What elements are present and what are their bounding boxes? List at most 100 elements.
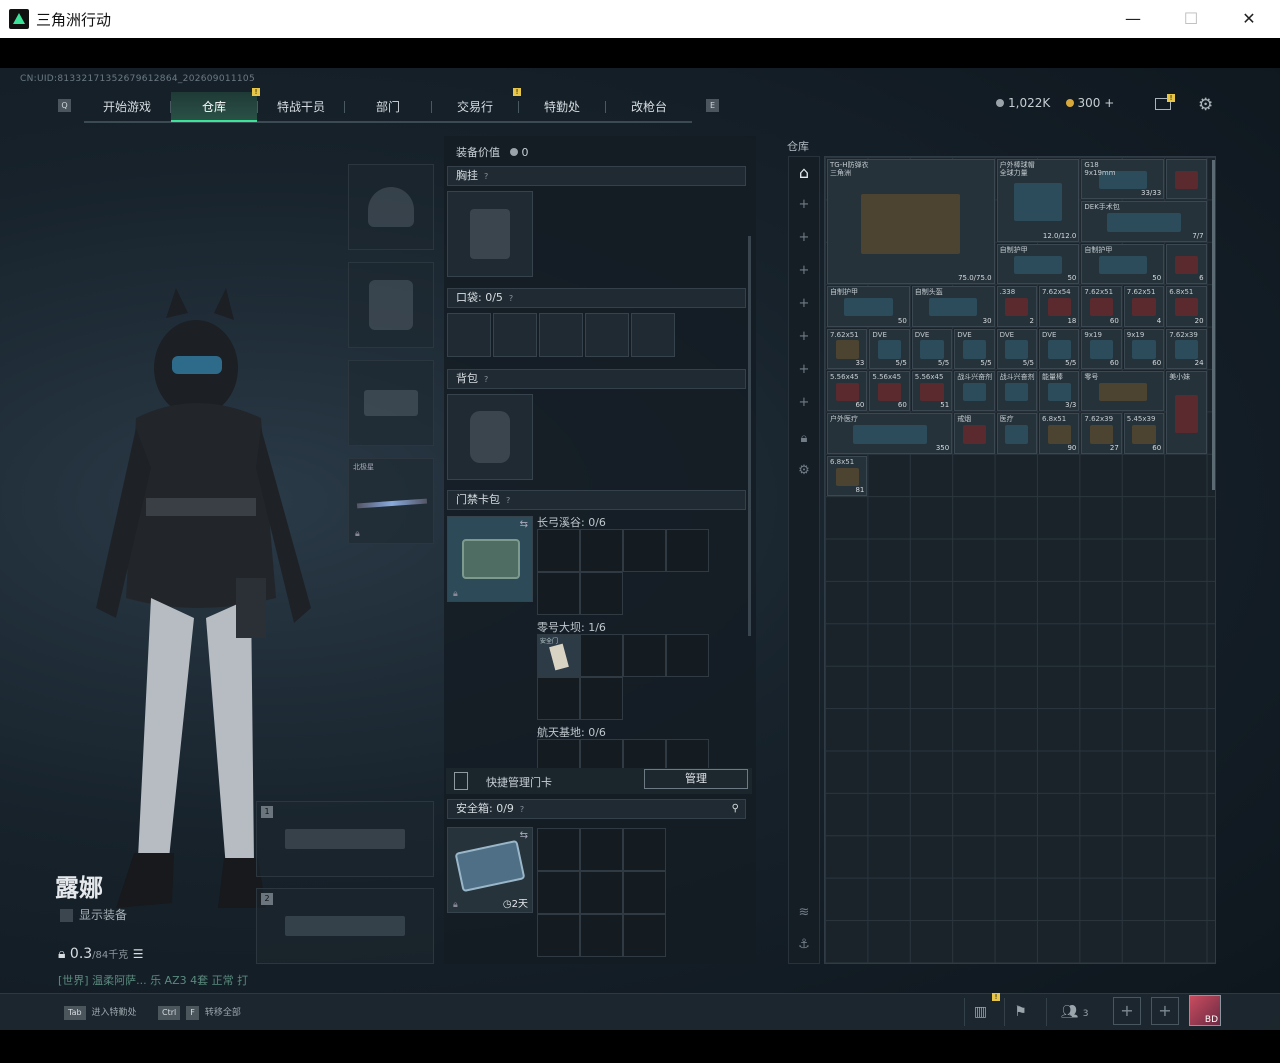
safe-box-slot-cell[interactable] bbox=[623, 828, 666, 871]
nav-next-key[interactable]: E bbox=[706, 99, 719, 112]
chest-rig-slot[interactable] bbox=[447, 191, 533, 277]
stash-item[interactable]: 7.62x51 4 bbox=[1123, 286, 1165, 327]
pocket-slot[interactable] bbox=[585, 313, 629, 357]
help-icon[interactable]: ? bbox=[520, 801, 524, 819]
stash-item[interactable]: 自制护甲 50 bbox=[827, 286, 910, 327]
stash-item[interactable]: 6.8x51 81 bbox=[827, 455, 868, 497]
keycard-slot[interactable] bbox=[580, 677, 623, 720]
stash-item[interactable]: 美小妹 bbox=[1166, 371, 1207, 454]
show-equipment-toggle[interactable]: 显示装备 bbox=[60, 906, 127, 923]
add-currency-button[interactable]: + bbox=[1104, 96, 1114, 110]
help-icon[interactable]: ? bbox=[484, 371, 488, 389]
stash-item[interactable]: 户外棒球帽 全球力量 12.0/12.0 bbox=[996, 159, 1080, 242]
hint-transfer-all[interactable]: Ctrl F 转移全部 bbox=[158, 1003, 241, 1023]
stash-item[interactable]: 7.62x51 33 bbox=[827, 328, 868, 369]
pocket-slot[interactable] bbox=[493, 313, 537, 357]
pocket-slot[interactable] bbox=[631, 313, 675, 357]
keycard-slot[interactable] bbox=[623, 529, 666, 572]
nav-prev-key[interactable]: Q bbox=[58, 99, 71, 112]
swap-icon[interactable]: ⇆ bbox=[520, 519, 528, 530]
keycard-slot[interactable] bbox=[580, 634, 623, 677]
stash-item[interactable]: 战斗兴奋剂 bbox=[954, 371, 995, 412]
help-icon[interactable]: ? bbox=[484, 168, 488, 186]
stash-settings-icon[interactable]: ⚙ bbox=[789, 463, 819, 478]
stash-item[interactable]: DVE 5/5 bbox=[869, 328, 910, 369]
add-page-icon[interactable]: + bbox=[789, 362, 819, 377]
stash-item[interactable]: 自制护甲 50 bbox=[1081, 243, 1165, 285]
tab-0[interactable]: 开始游戏 bbox=[84, 92, 170, 122]
helmet-slot[interactable] bbox=[348, 164, 434, 250]
keycard-slot[interactable] bbox=[580, 572, 623, 615]
settings-gear-icon[interactable]: ⚙ bbox=[1198, 95, 1213, 115]
stash-item[interactable] bbox=[1166, 159, 1207, 200]
add-page-icon[interactable]: + bbox=[789, 230, 819, 245]
melee-slot[interactable]: 北极星 🔒︎ bbox=[348, 458, 434, 544]
weight-list-icon[interactable]: ☰ bbox=[133, 947, 144, 961]
sort-icon[interactable]: ⚓ bbox=[789, 937, 819, 952]
pistol-slot[interactable] bbox=[348, 360, 434, 446]
stash-item[interactable]: .338 2 bbox=[996, 286, 1037, 327]
keycard-slot[interactable] bbox=[666, 634, 709, 677]
add-page-icon[interactable]: + bbox=[789, 395, 819, 410]
stash-item[interactable]: 6 bbox=[1166, 243, 1207, 285]
stash-item[interactable]: 9x19 60 bbox=[1123, 328, 1165, 369]
tab-4[interactable]: 交易行 bbox=[432, 92, 518, 122]
loadout-scrollbar[interactable] bbox=[748, 236, 751, 636]
keycard-slot[interactable] bbox=[580, 529, 623, 572]
safe-box-slot[interactable]: ⇆ 🔒︎ ◷2天 bbox=[447, 827, 533, 913]
maximize-button[interactable]: ☐ bbox=[1162, 0, 1220, 38]
help-icon[interactable]: ? bbox=[506, 492, 510, 510]
stash-scrollbar[interactable] bbox=[1212, 160, 1215, 490]
stash-item[interactable]: 7.62x39 24 bbox=[1166, 328, 1207, 369]
world-chat-line[interactable]: [世界] 温柔阿萨... 乐 AZ3 4套 正常 打 bbox=[58, 972, 248, 988]
backpack-slot[interactable] bbox=[447, 394, 533, 480]
stash-item[interactable]: 7.62x51 60 bbox=[1081, 286, 1122, 327]
pocket-slot[interactable] bbox=[447, 313, 491, 357]
stash-item[interactable]: 5.56x45 60 bbox=[827, 371, 868, 412]
stash-item[interactable]: 零号 bbox=[1081, 371, 1165, 412]
invite-slot-button[interactable]: + bbox=[1151, 997, 1179, 1025]
keycard-slot[interactable] bbox=[537, 529, 580, 572]
add-page-icon[interactable]: + bbox=[789, 329, 819, 344]
stash-item[interactable]: DEK手术包 7/7 bbox=[1081, 201, 1207, 242]
safe-box-slot-cell[interactable] bbox=[537, 871, 580, 914]
stash-item[interactable]: 6.8x51 90 bbox=[1039, 413, 1080, 454]
stash-item[interactable]: 户外医疗 350 bbox=[827, 413, 953, 454]
stash-item[interactable]: 自制护甲 50 bbox=[996, 243, 1080, 285]
close-button[interactable]: ✕ bbox=[1220, 0, 1278, 38]
stash-item[interactable]: 7.62x54 18 bbox=[1039, 286, 1080, 327]
minimize-button[interactable]: — bbox=[1104, 0, 1162, 38]
help-icon[interactable]: ? bbox=[509, 290, 513, 308]
stash-item[interactable]: DVE 5/5 bbox=[911, 328, 953, 369]
safe-box-slot-cell[interactable] bbox=[580, 871, 623, 914]
keycard-slot[interactable]: 安全门 bbox=[537, 634, 580, 677]
keycard-slot[interactable] bbox=[623, 634, 666, 677]
layers-icon[interactable]: ≋ bbox=[789, 905, 819, 920]
tab-6[interactable]: 改枪台 bbox=[606, 92, 692, 122]
stash-item[interactable]: DVE 5/5 bbox=[954, 328, 995, 369]
stash-item[interactable]: 6.8x51 20 bbox=[1166, 286, 1207, 327]
safe-box-slot-cell[interactable] bbox=[623, 871, 666, 914]
stash-item[interactable]: 能量棒 3/3 bbox=[1039, 371, 1080, 412]
stash-item[interactable]: 戒烟 bbox=[954, 413, 995, 454]
stash-item[interactable]: 5.56x45 60 bbox=[869, 371, 910, 412]
stash-item[interactable]: DVE 5/5 bbox=[996, 328, 1037, 369]
tab-5[interactable]: 特勤处 bbox=[519, 92, 605, 122]
swap-icon[interactable]: ⇆ bbox=[520, 830, 528, 841]
safe-box-slot-cell[interactable] bbox=[537, 828, 580, 871]
pin-icon[interactable]: ⚲ bbox=[732, 800, 739, 818]
stash-item[interactable]: 战斗兴奋剂 bbox=[996, 371, 1037, 412]
stash-item[interactable]: 5.56x45 51 bbox=[911, 371, 953, 412]
safe-box-slot-cell[interactable] bbox=[537, 914, 580, 957]
add-page-icon[interactable]: + bbox=[789, 197, 819, 212]
safe-box-slot-cell[interactable] bbox=[623, 914, 666, 957]
locked-page-icon[interactable]: 🔒︎ bbox=[789, 431, 819, 446]
stash-item[interactable]: DVE 5/5 bbox=[1039, 328, 1080, 369]
safe-box-slot-cell[interactable] bbox=[580, 914, 623, 957]
stats-icon[interactable]: ▥ bbox=[964, 998, 996, 1026]
stash-all-icon[interactable]: ⌂ bbox=[789, 163, 819, 182]
keycard-slot[interactable] bbox=[537, 677, 580, 720]
hint-enter-workshop[interactable]: Tab 进入特勤处 bbox=[64, 1003, 137, 1023]
keycard-case-slot[interactable]: ⇆ 🔒︎ bbox=[447, 516, 533, 602]
add-page-icon[interactable]: + bbox=[789, 263, 819, 278]
